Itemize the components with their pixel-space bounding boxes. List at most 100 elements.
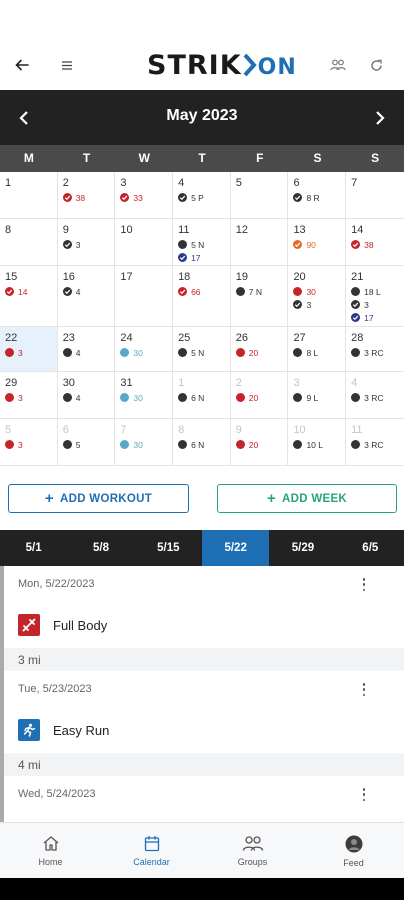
calendar-day-cell[interactable]: 14 38 — [346, 219, 404, 265]
calendar-workout[interactable]: 90 — [293, 239, 345, 250]
calendar-day-cell[interactable]: 30 4 — [58, 372, 116, 418]
calendar-day-cell[interactable]: 3 9 L — [288, 372, 347, 418]
calendar-workout[interactable]: 3 RC — [351, 439, 404, 450]
calendar-workout[interactable]: 8 L — [293, 347, 345, 358]
back-arrow-icon[interactable] — [11, 54, 33, 76]
calendar-workout[interactable]: 38 — [351, 239, 404, 250]
calendar-day-cell[interactable]: 18 66 — [173, 266, 231, 326]
calendar-day-cell[interactable]: 5 — [231, 172, 289, 218]
calendar-workout[interactable]: 17 — [351, 312, 404, 323]
week-tab[interactable]: 5/22 — [201, 530, 270, 566]
week-tab[interactable]: 5/15 — [135, 530, 202, 566]
calendar-workout[interactable]: 5 — [62, 439, 115, 450]
calendar-workout[interactable]: 6 N — [178, 439, 230, 450]
week-tab[interactable]: 5/29 — [269, 530, 336, 566]
calendar-day-cell[interactable]: 4 5 P — [173, 172, 231, 218]
menu-icon[interactable] — [56, 54, 78, 76]
calendar-day-cell[interactable]: 28 3 RC — [346, 327, 404, 371]
calendar-workout[interactable]: 4 — [62, 347, 115, 358]
calendar-workout[interactable]: 20 — [235, 439, 288, 450]
calendar-workout[interactable]: 30 — [120, 392, 172, 403]
calendar-workout[interactable]: 3 — [5, 439, 57, 450]
nav-groups[interactable]: Groups — [202, 823, 303, 878]
calendar-day-cell[interactable]: 26 20 — [231, 327, 289, 371]
calendar-day-cell[interactable]: 13 90 — [288, 219, 347, 265]
calendar-day-cell[interactable]: 8 — [0, 219, 58, 265]
workout-item[interactable]: Easy Run — [4, 707, 404, 753]
calendar-workout[interactable]: 3 — [62, 239, 115, 250]
week-tab[interactable]: 5/8 — [67, 530, 134, 566]
calendar-day-cell[interactable]: 23 4 — [58, 327, 116, 371]
calendar-workout[interactable]: 4 — [62, 392, 115, 403]
calendar-workout[interactable]: 30 — [120, 347, 172, 358]
calendar-day-cell[interactable]: 10 10 L — [288, 419, 347, 465]
calendar-day-cell[interactable]: 15 14 — [0, 266, 58, 326]
calendar-workout[interactable]: 9 L — [293, 392, 345, 403]
calendar-day-cell[interactable]: 11 3 RC — [346, 419, 404, 465]
more-options-icon[interactable] — [362, 578, 366, 591]
calendar-workout[interactable]: 20 — [235, 347, 288, 358]
calendar-day-cell[interactable]: 16 4 — [58, 266, 116, 326]
calendar-workout[interactable]: 8 R — [293, 192, 345, 203]
calendar-workout[interactable]: 38 — [62, 192, 115, 203]
calendar-day-cell[interactable]: 20 30 3 — [288, 266, 347, 326]
calendar-day-cell[interactable]: 25 5 N — [173, 327, 231, 371]
more-options-icon[interactable] — [362, 683, 366, 696]
calendar-day-cell[interactable]: 1 6 N — [173, 372, 231, 418]
calendar-workout[interactable]: 10 L — [293, 439, 345, 450]
workout-item[interactable]: Full Body — [4, 602, 404, 648]
calendar-day-cell[interactable]: 11 5 N 17 — [173, 219, 231, 265]
add-workout-button[interactable]: + ADD WORKOUT — [8, 484, 189, 513]
calendar-day-cell[interactable]: 17 — [115, 266, 174, 326]
calendar-workout[interactable]: 20 — [235, 392, 288, 403]
calendar-workout[interactable]: 4 — [62, 286, 115, 297]
calendar-workout[interactable]: 3 RC — [351, 392, 404, 403]
calendar-day-cell[interactable]: 12 — [231, 219, 289, 265]
calendar-day-cell[interactable]: 7 30 — [115, 419, 174, 465]
calendar-workout[interactable]: 66 — [178, 286, 230, 297]
calendar-day-cell[interactable]: 10 — [115, 219, 174, 265]
nav-feed[interactable]: Feed — [303, 823, 404, 878]
calendar-workout[interactable]: 5 N — [178, 347, 230, 358]
add-week-button[interactable]: + ADD WEEK — [217, 484, 397, 513]
nav-calendar[interactable]: Calendar — [101, 823, 202, 878]
calendar-workout[interactable]: 7 N — [235, 286, 288, 297]
calendar-day-cell[interactable]: 29 3 — [0, 372, 58, 418]
calendar-workout[interactable]: 5 N — [178, 239, 230, 250]
calendar-workout[interactable]: 14 — [5, 286, 57, 297]
next-month-chevron-icon[interactable] — [368, 106, 392, 130]
calendar-workout[interactable]: 30 — [120, 439, 172, 450]
calendar-day-cell[interactable]: 7 — [346, 172, 404, 218]
people-icon[interactable] — [327, 54, 349, 76]
week-tab[interactable]: 6/5 — [337, 530, 404, 566]
refresh-icon[interactable] — [365, 54, 387, 76]
calendar-day-cell[interactable]: 27 8 L — [288, 327, 347, 371]
calendar-workout[interactable]: 18 L — [351, 286, 404, 297]
nav-home[interactable]: Home — [0, 823, 101, 878]
calendar-day-cell[interactable]: 24 30 — [115, 327, 174, 371]
calendar-workout[interactable]: 3 — [5, 392, 57, 403]
week-tab[interactable]: 5/1 — [0, 530, 67, 566]
calendar-workout[interactable]: 33 — [120, 192, 172, 203]
calendar-day-cell[interactable]: 65 — [58, 419, 116, 465]
calendar-day-cell[interactable]: 9 20 — [231, 419, 289, 465]
calendar-workout[interactable]: 6 N — [178, 392, 230, 403]
more-options-icon[interactable] — [362, 788, 366, 801]
calendar-day-cell[interactable]: 19 7 N — [231, 266, 289, 326]
calendar-day-cell[interactable]: 21 18 L 3 17 — [346, 266, 404, 326]
calendar-workout[interactable]: 3 — [293, 299, 345, 310]
calendar-workout[interactable]: 5 P — [178, 192, 230, 203]
calendar-workout[interactable]: 3 — [351, 299, 404, 310]
calendar-day-cell[interactable]: 93 — [58, 219, 116, 265]
calendar-day-cell[interactable]: 4 3 RC — [346, 372, 404, 418]
calendar-day-cell[interactable]: 6 8 R — [288, 172, 347, 218]
calendar-workout[interactable]: 30 — [293, 286, 345, 297]
workout-item[interactable] — [4, 812, 404, 822]
calendar-workout[interactable]: 17 — [178, 252, 230, 263]
calendar-day-cell[interactable]: 53 — [0, 419, 58, 465]
calendar-day-cell[interactable]: 3 33 — [115, 172, 174, 218]
calendar-day-cell[interactable]: 1 — [0, 172, 58, 218]
calendar-workout[interactable]: 3 — [5, 347, 57, 358]
calendar-day-cell[interactable]: 22 3 — [0, 327, 58, 371]
calendar-day-cell[interactable]: 8 6 N — [173, 419, 231, 465]
